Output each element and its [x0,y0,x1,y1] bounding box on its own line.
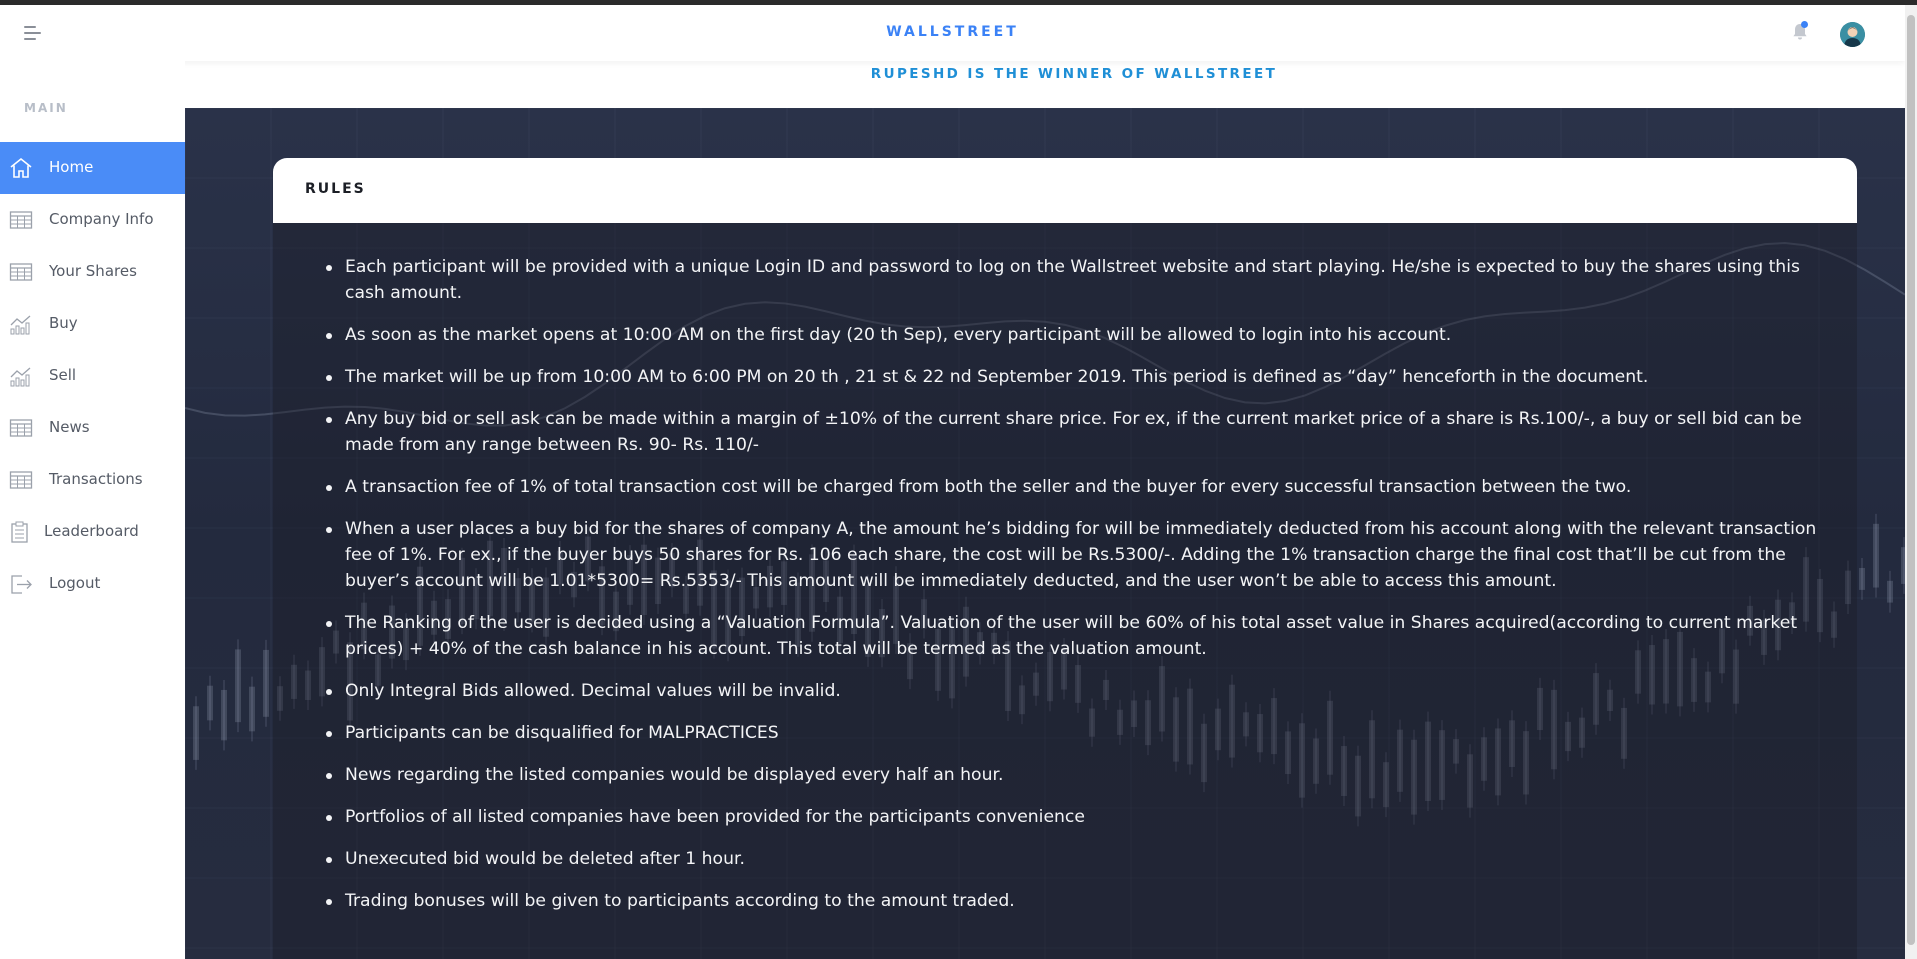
brand-title[interactable]: WALLSTREET [0,24,1905,40]
sidebar-item-label: Leaderboard [44,522,139,540]
sidebar-nav: Home Company Info Your Shares Buy Sell N… [0,142,185,610]
sidebar-item-label: News [49,418,90,436]
rule-item: The market will be up from 10:00 AM to 6… [326,364,1825,390]
rule-item: A transaction fee of 1% of total transac… [326,474,1825,500]
sidebar-item-your-shares[interactable]: Your Shares [0,246,185,298]
sidebar-item-label: Your Shares [49,262,137,280]
rule-item: Unexecuted bid would be deleted after 1 … [326,846,1825,872]
sidebar-item-transactions[interactable]: Transactions [0,454,185,506]
logout-icon [11,575,32,594]
table-icon [9,211,33,229]
sidebar-item-leaderboard[interactable]: Leaderboard [0,506,185,558]
sidebar-section-label: MAIN [24,101,68,115]
rule-item: As soon as the market opens at 10:00 AM … [326,322,1825,348]
winner-banner: RUPESHD IS THE WINNER OF WALLSTREET [870,66,1278,82]
rules-list: Each participant will be provided with a… [326,254,1825,930]
rule-item: Portfolios of all listed companies have … [326,804,1825,830]
clipboard-icon [11,521,28,543]
rule-item: The Ranking of the user is decided using… [326,610,1825,662]
rules-card-title: RULES [305,181,366,197]
rule-item: Each participant will be provided with a… [326,254,1825,306]
home-icon [10,157,32,178]
sidebar-item-label: Company Info [49,210,154,228]
sidebar: MAIN Home Company Info Your Shares Buy S… [0,61,185,959]
sidebar-item-logout[interactable]: Logout [0,558,185,610]
notification-dot [1801,21,1808,28]
avatar[interactable] [1840,22,1865,47]
table-icon [9,419,33,437]
sidebar-item-label: Home [49,158,94,176]
rule-item: Only Integral Bids allowed. Decimal valu… [326,678,1825,704]
sidebar-item-company-info[interactable]: Company Info [0,194,185,246]
chart-icon [10,367,31,387]
sidebar-item-home[interactable]: Home [0,142,185,194]
table-icon [9,471,33,489]
sidebar-item-label: Buy [49,314,78,332]
rule-item: Participants can be disqualified for MAL… [326,720,1825,746]
sidebar-item-label: Sell [49,366,77,384]
rule-item: When a user places a buy bid for the sha… [326,516,1825,594]
rule-item: Trading bonuses will be given to partici… [326,888,1825,914]
rule-item: Any buy bid or sell ask can be made with… [326,406,1825,458]
scrollbar-thumb[interactable] [1907,15,1915,945]
table-icon [9,263,33,281]
top-navbar: WALLSTREET [0,5,1905,61]
sidebar-item-news[interactable]: News [0,402,185,454]
sidebar-item-label: Logout [49,574,101,592]
rules-card-header: RULES [273,158,1857,223]
page-scrollbar[interactable] [1905,5,1917,959]
chart-icon [10,315,31,335]
sidebar-item-label: Transactions [49,470,143,488]
rule-item: News regarding the listed companies woul… [326,762,1825,788]
sidebar-item-buy[interactable]: Buy [0,298,185,350]
sidebar-item-sell[interactable]: Sell [0,350,185,402]
